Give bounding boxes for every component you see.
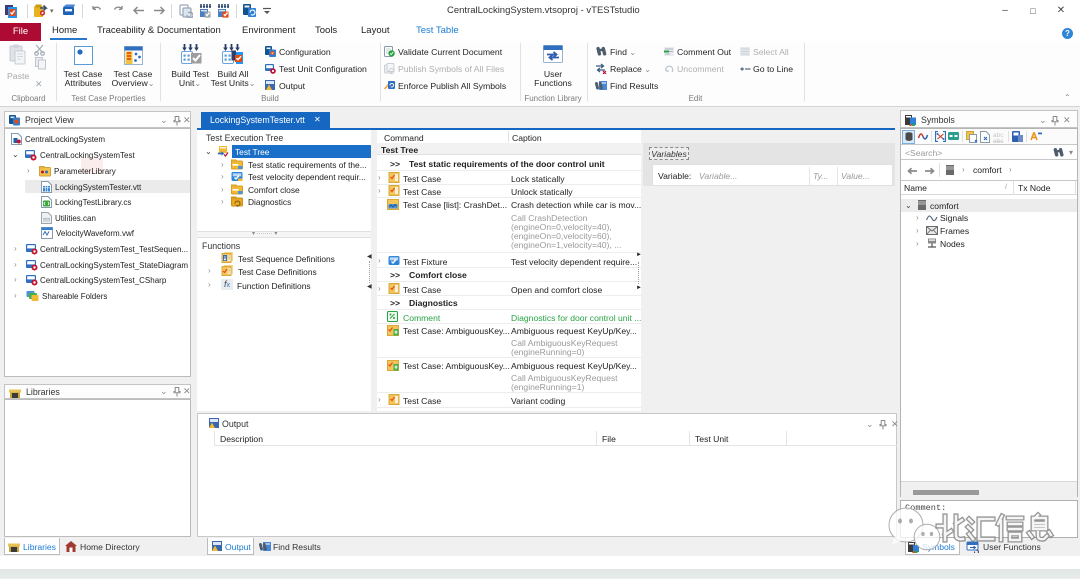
svg-text:abc: abc (993, 138, 1004, 143)
svg-text:CAN: CAN (43, 218, 49, 222)
